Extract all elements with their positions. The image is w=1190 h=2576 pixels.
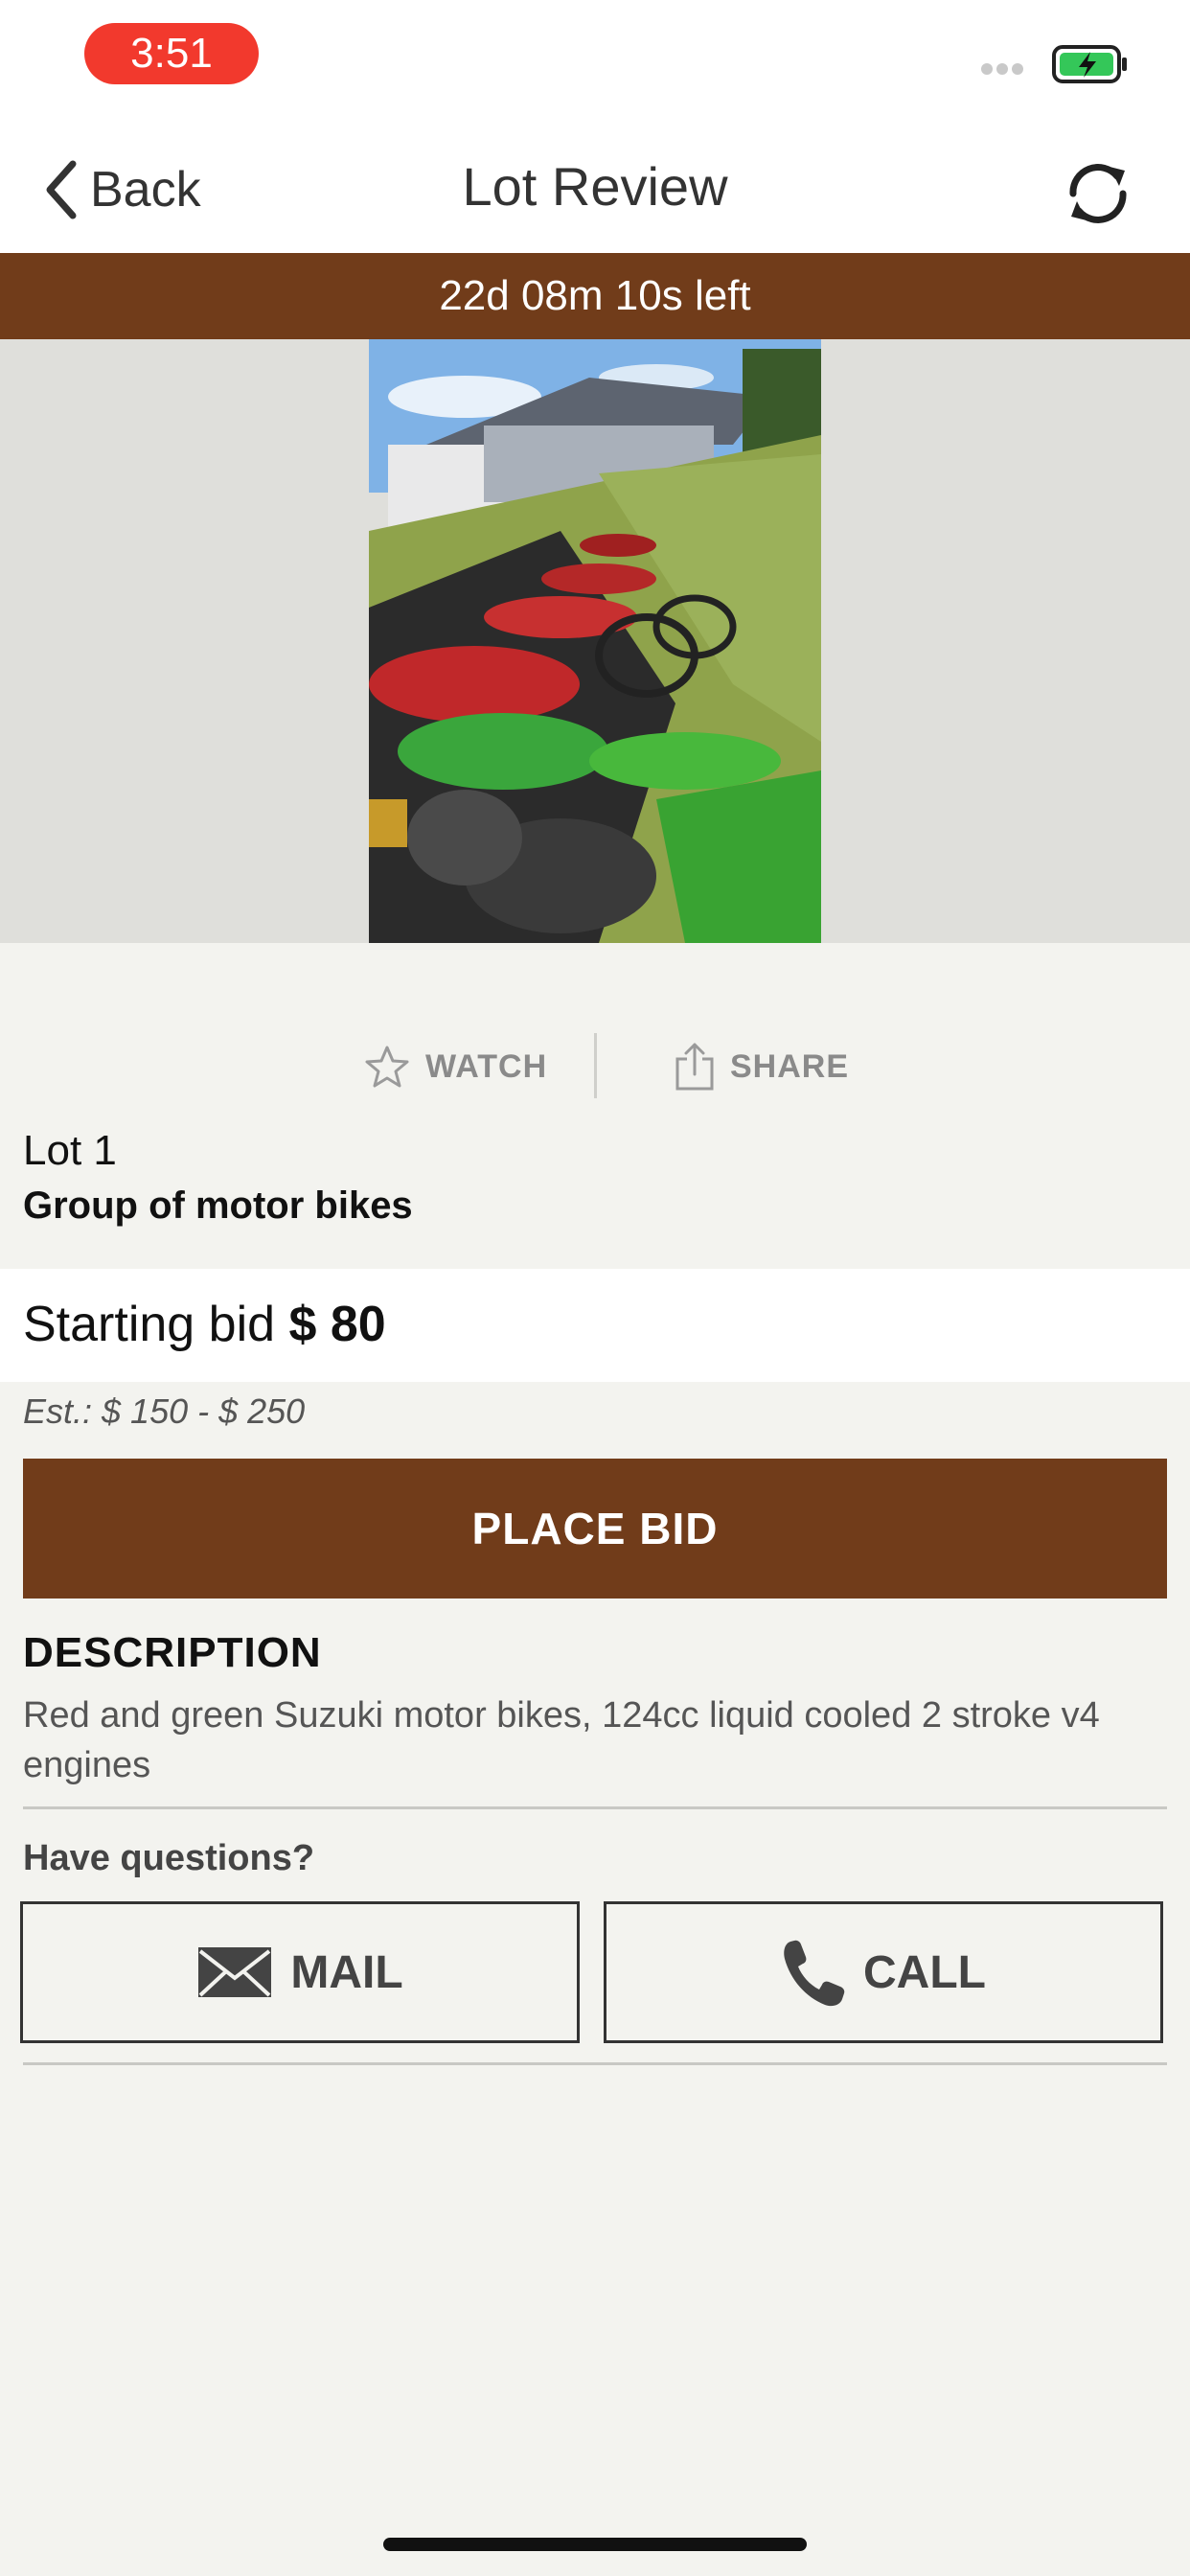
actions-row: WATCH SHARE [0,1025,1190,1108]
lot-title: Group of motor bikes [23,1184,413,1227]
back-button[interactable]: Back [42,159,201,220]
starting-bid: Starting bid $ 80 [23,1296,386,1353]
home-indicator[interactable] [383,2538,807,2551]
envelope-icon [198,1947,272,1997]
star-icon [365,1046,409,1088]
mail-label: MAIL [290,1946,403,1998]
call-label: CALL [863,1946,986,1998]
mail-button[interactable]: MAIL [20,1901,580,2043]
image-area [0,339,1190,943]
page-title: Lot Review [462,156,728,217]
nav-bar: Back Lot Review [0,125,1190,253]
place-bid-button[interactable]: PLACE BID [23,1459,1167,1598]
starting-bid-label: Starting bid [23,1297,276,1352]
actions-divider [594,1033,597,1098]
description-text: Red and green Suzuki motor bikes, 124cc … [23,1695,1100,1785]
share-button[interactable]: SHARE [675,1041,849,1092]
lot-photo[interactable] [369,339,821,943]
back-label: Back [90,162,201,218]
divider [23,1806,1167,1809]
estimate: Est.: $ 150 - $ 250 [23,1392,306,1431]
signal-icon [981,63,1023,77]
starting-bid-panel: Starting bid $ 80 [0,1269,1190,1382]
phone-icon [784,1940,845,2007]
lot-number: Lot 1 [23,1127,117,1174]
questions-label: Have questions? [23,1838,315,1878]
starting-bid-amount: $ 80 [288,1297,386,1352]
countdown-banner: 22d 08m 10s left [0,253,1190,339]
divider [23,2062,1167,2065]
chevron-left-icon [46,160,77,219]
status-bar: 3:51 [0,0,1190,125]
call-button[interactable]: CALL [604,1901,1163,2043]
refresh-icon[interactable] [1060,155,1136,232]
share-icon [675,1043,714,1091]
watch-button[interactable]: WATCH [364,1041,547,1092]
status-time: 3:51 [84,23,259,84]
watch-label: WATCH [425,1047,548,1085]
battery-charging-icon [1052,45,1127,83]
description-heading: DESCRIPTION [23,1629,322,1676]
share-label: SHARE [730,1047,850,1085]
